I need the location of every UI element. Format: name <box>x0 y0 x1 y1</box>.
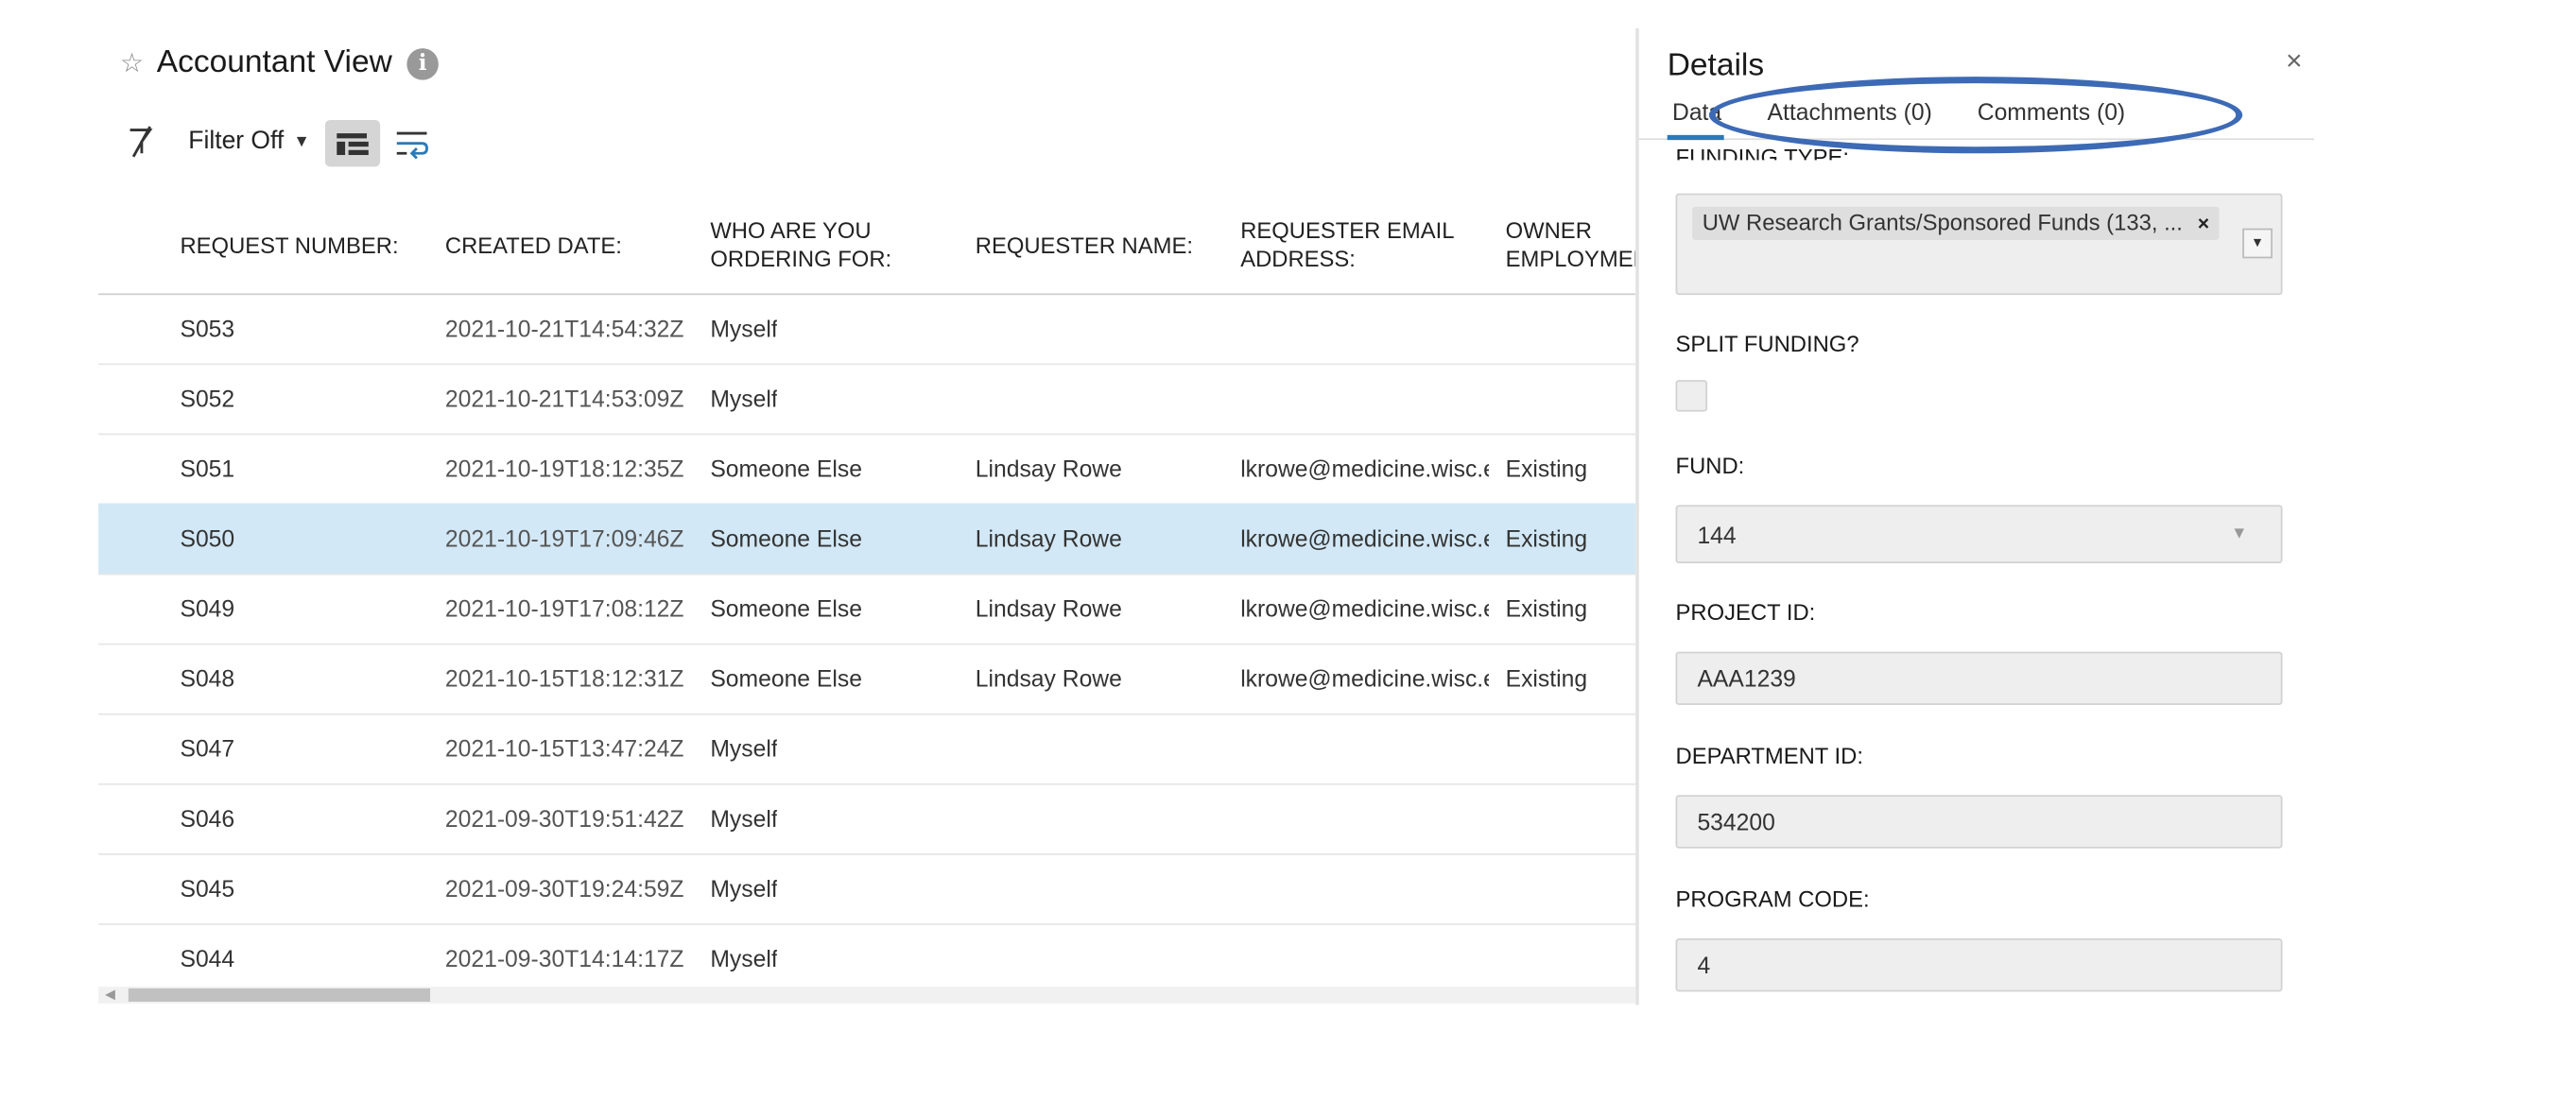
filter-dropdown[interactable]: Filter Off <box>188 127 284 155</box>
cell-owner-employment: Existing <box>1505 594 1588 622</box>
cell-owner-employment: Existing <box>1505 524 1588 552</box>
cell-created-date: 2021-09-30T14:14:17Z <box>444 945 684 972</box>
cell-request-number: S048 <box>180 664 235 692</box>
funding-type-chip-label: UW Research Grants/Sponsored Funds (133,… <box>1702 210 2183 235</box>
project-id-value: AAA1239 <box>1697 664 1796 692</box>
funding-type-multiselect[interactable]: UW Research Grants/Sponsored Funds (133,… <box>1675 193 2283 296</box>
cell-ordering-for: Myself <box>710 385 778 412</box>
cell-ordering-for: Myself <box>710 804 778 833</box>
cell-owner-employment: Existing <box>1505 455 1588 482</box>
department-id-value: 534200 <box>1697 808 1775 835</box>
cell-ordering-for: Someone Else <box>710 455 862 482</box>
cell-ordering-for: Myself <box>710 874 778 902</box>
cell-requester-email: lkrowe@medicine.wisc.e <box>1240 594 1489 622</box>
table-row[interactable]: S048 2021-10-15T18:12:31Z Someone Else L… <box>98 644 1636 715</box>
cell-created-date: 2021-10-21T14:54:32Z <box>444 315 684 342</box>
table-row[interactable]: S047 2021-10-15T13:47:24Z Myself <box>98 713 1636 785</box>
cell-created-date: 2021-10-21T14:53:09Z <box>444 385 684 412</box>
cell-request-number: S050 <box>180 524 235 552</box>
cell-ordering-for: Myself <box>710 945 778 972</box>
table-row[interactable]: S049 2021-10-19T17:08:12Z Someone Else L… <box>98 574 1636 645</box>
cell-ordering-for: Myself <box>710 734 778 763</box>
cell-request-number: S044 <box>180 945 235 972</box>
cell-request-number: S053 <box>180 315 235 342</box>
project-id-label: PROJECT ID: <box>1675 599 1816 626</box>
cell-request-number: S047 <box>180 734 235 763</box>
cell-requester-email: lkrowe@medicine.wisc.e <box>1240 664 1489 692</box>
close-icon[interactable]: × <box>2286 45 2303 78</box>
cell-requester-email: lkrowe@medicine.wisc.e <box>1240 455 1489 482</box>
cell-request-number: S051 <box>180 455 235 482</box>
funding-type-label-text: FUNDING TYPE: <box>1675 145 1849 161</box>
cell-ordering-for: Someone Else <box>710 594 862 622</box>
fund-label: FUND: <box>1675 453 1745 479</box>
program-code-value: 4 <box>1697 952 1711 979</box>
column-header-requester-email[interactable]: REQUESTER EMAIL ADDRESS: <box>1240 216 1465 273</box>
cell-ordering-for: Someone Else <box>710 664 862 692</box>
cell-request-number: S046 <box>180 804 235 833</box>
funding-type-chip: UW Research Grants/Sponsored Funds (133,… <box>1692 206 2220 240</box>
cell-created-date: 2021-10-19T17:08:12Z <box>444 594 684 622</box>
cell-created-date: 2021-10-19T17:09:46Z <box>444 524 684 552</box>
dropdown-arrow-icon[interactable]: ▼ <box>2242 228 2273 259</box>
info-icon[interactable]: i <box>406 48 439 80</box>
wrap-text-icon[interactable] <box>393 127 430 160</box>
requests-grid: REQUEST NUMBER: CREATED DATE: WHO ARE YO… <box>98 197 1636 1004</box>
column-header-owner-employment[interactable]: OWNER EMPLOYMEN <box>1506 216 1636 273</box>
department-id-field[interactable]: 534200 <box>1675 795 2283 849</box>
cell-requester-email: lkrowe@medicine.wisc.e <box>1240 524 1489 552</box>
cell-requester-name: Lindsay Rowe <box>975 664 1122 692</box>
row-view-toggle-button[interactable] <box>324 119 381 167</box>
scroll-left-arrow-icon[interactable]: ◀ <box>105 987 115 1002</box>
cell-created-date: 2021-09-30T19:51:42Z <box>444 804 684 833</box>
program-code-label: PROGRAM CODE: <box>1675 886 1870 912</box>
row-layout-icon <box>337 133 369 156</box>
chevron-down-icon[interactable]: ▼ <box>293 133 309 151</box>
details-panel: Details × Data Attachments (0) Comments … <box>1635 27 2315 1005</box>
table-row-selected[interactable]: S050 2021-10-19T17:09:46Z Someone Else L… <box>98 503 1636 576</box>
grid-header: REQUEST NUMBER: CREATED DATE: WHO ARE YO… <box>98 197 1636 296</box>
details-title: Details <box>1667 48 1765 84</box>
split-funding-label: SPLIT FUNDING? <box>1675 331 1859 357</box>
clear-filter-icon[interactable] <box>127 125 157 158</box>
table-row[interactable]: S045 2021-09-30T19:24:59Z Myself <box>98 853 1636 925</box>
column-header-requester-name[interactable]: REQUESTER NAME: <box>976 232 1193 260</box>
split-funding-checkbox[interactable] <box>1675 380 1708 412</box>
department-id-label: DEPARTMENT ID: <box>1675 743 1863 769</box>
program-code-field[interactable]: 4 <box>1675 937 2283 992</box>
table-row[interactable]: S046 2021-09-30T19:51:42Z Myself <box>98 783 1636 855</box>
cell-requester-name: Lindsay Rowe <box>975 524 1122 552</box>
fund-select[interactable]: 144 ▼ <box>1675 505 2283 564</box>
cell-created-date: 2021-10-15T13:47:24Z <box>444 734 684 763</box>
fund-value: 144 <box>1697 522 1737 549</box>
chevron-down-icon: ▼ <box>2230 524 2248 543</box>
favorite-star-icon[interactable]: ☆ <box>120 46 144 79</box>
table-row[interactable]: S051 2021-10-19T18:12:35Z Someone Else L… <box>98 434 1636 506</box>
cell-ordering-for: Myself <box>710 315 778 342</box>
cell-created-date: 2021-10-19T18:12:35Z <box>444 455 684 482</box>
column-header-ordering-for[interactable]: WHO ARE YOU ORDERING FOR: <box>710 216 910 273</box>
cell-request-number: S045 <box>180 874 235 902</box>
column-header-request-number[interactable]: REQUEST NUMBER: <box>180 232 398 260</box>
table-row[interactable]: S052 2021-10-21T14:53:09Z Myself <box>98 363 1636 436</box>
cell-created-date: 2021-10-15T18:12:31Z <box>444 664 684 692</box>
cell-request-number: S049 <box>180 594 235 622</box>
project-id-field[interactable]: AAA1239 <box>1675 651 2283 706</box>
view-title: Accountant View <box>156 44 392 80</box>
cell-ordering-for: Someone Else <box>710 524 862 552</box>
cell-owner-employment: Existing <box>1505 664 1588 692</box>
cell-created-date: 2021-09-30T19:24:59Z <box>444 874 684 902</box>
scrollbar-thumb[interactable] <box>128 988 431 1002</box>
highlight-annotation-oval <box>1708 77 2243 154</box>
cell-requester-name: Lindsay Rowe <box>975 455 1122 482</box>
remove-chip-icon[interactable]: × <box>2198 207 2209 240</box>
cell-request-number: S052 <box>180 385 235 412</box>
column-header-created-date[interactable]: CREATED DATE: <box>445 232 622 260</box>
table-row[interactable]: S053 2021-10-21T14:54:32Z Myself <box>98 293 1636 366</box>
table-row[interactable]: S044 2021-09-30T14:14:17Z Myself <box>98 923 1635 993</box>
cell-requester-name: Lindsay Rowe <box>975 594 1122 622</box>
